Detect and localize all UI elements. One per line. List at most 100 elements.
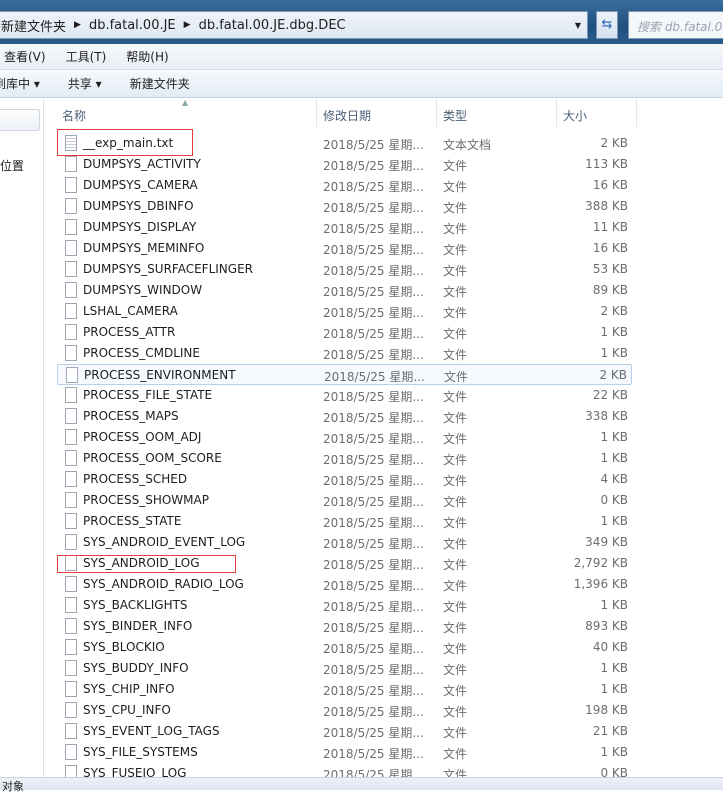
- menu-tools[interactable]: 工具(T): [66, 48, 107, 65]
- file-size: 1 KB: [600, 346, 628, 360]
- search-input[interactable]: 搜索 db.fatal.00.JE.dbg.DEC: [628, 11, 723, 39]
- file-row[interactable]: PROCESS_ENVIRONMENT 2018/5/25 星期... 文件 2…: [57, 364, 632, 385]
- file-row[interactable]: PROCESS_OOM_ADJ 2018/5/25 星期... 文件 1 KB: [57, 427, 632, 448]
- file-date: 2018/5/25 星期...: [323, 537, 424, 551]
- breadcrumb-arrow-icon[interactable]: ▶: [184, 20, 191, 30]
- file-name: SYS_ANDROID_RADIO_LOG: [83, 577, 244, 591]
- file-name: DUMPSYS_DISPLAY: [83, 220, 197, 234]
- file-row[interactable]: SYS_BACKLIGHTS 2018/5/25 星期... 文件 1 KB: [57, 595, 632, 616]
- file-row[interactable]: SYS_CHIP_INFO 2018/5/25 星期... 文件 1 KB: [57, 679, 632, 700]
- breadcrumb-arrow-icon[interactable]: ▶: [74, 20, 81, 30]
- file-type: 文件: [443, 201, 468, 215]
- column-date[interactable]: 修改日期: [323, 107, 371, 124]
- file-date: 2018/5/25 星期...: [323, 411, 424, 425]
- file-row[interactable]: DUMPSYS_ACTIVITY 2018/5/25 星期... 文件 113 …: [57, 154, 632, 175]
- file-size: 1 KB: [600, 745, 628, 759]
- file-size: 1 KB: [600, 451, 628, 465]
- file-row[interactable]: DUMPSYS_CAMERA 2018/5/25 星期... 文件 16 KB: [57, 175, 632, 196]
- file-row[interactable]: SYS_FILE_SYSTEMS 2018/5/25 星期... 文件 1 KB: [57, 742, 632, 763]
- file-date: 2018/5/25 星期...: [323, 390, 424, 404]
- share-button[interactable]: 共享 ▾: [68, 75, 102, 92]
- file-row[interactable]: DUMPSYS_DISPLAY 2018/5/25 星期... 文件 11 KB: [57, 217, 632, 238]
- file-row[interactable]: SYS_ANDROID_EVENT_LOG 2018/5/25 星期... 文件…: [57, 532, 632, 553]
- file-date: 2018/5/25 星期...: [323, 327, 424, 341]
- file-size: 2 KB: [600, 136, 628, 150]
- file-icon: [65, 576, 77, 592]
- file-date: 2018/5/25 星期...: [323, 201, 424, 215]
- new-folder-button[interactable]: 新建文件夹: [130, 75, 190, 92]
- file-row[interactable]: SYS_ANDROID_RADIO_LOG 2018/5/25 星期... 文件…: [57, 574, 632, 595]
- column-divider[interactable]: [636, 99, 637, 127]
- file-row[interactable]: PROCESS_OOM_SCORE 2018/5/25 星期... 文件 1 K…: [57, 448, 632, 469]
- file-name: SYS_ANDROID_EVENT_LOG: [83, 535, 246, 549]
- breadcrumb-0[interactable]: 新建文件夹: [1, 16, 66, 35]
- file-row[interactable]: DUMPSYS_SURFACEFLINGER 2018/5/25 星期... 文…: [57, 259, 632, 280]
- column-divider[interactable]: [316, 99, 317, 127]
- file-date: 2018/5/25 星期...: [323, 432, 424, 446]
- file-row[interactable]: SYS_BUDDY_INFO 2018/5/25 星期... 文件 1 KB: [57, 658, 632, 679]
- file-type: 文件: [443, 390, 468, 404]
- file-size: 22 KB: [592, 388, 628, 402]
- file-date: 2018/5/25 星期...: [323, 495, 424, 509]
- breadcrumb-1[interactable]: db.fatal.00.JE: [89, 18, 176, 33]
- address-dropdown-icon[interactable]: ▼: [575, 21, 581, 30]
- file-date: 2018/5/25 星期...: [323, 747, 424, 761]
- nav-item-location[interactable]: 位置: [0, 157, 24, 174]
- file-row[interactable]: DUMPSYS_DBINFO 2018/5/25 星期... 文件 388 KB: [57, 196, 632, 217]
- column-divider[interactable]: [436, 99, 437, 127]
- file-row[interactable]: PROCESS_MAPS 2018/5/25 星期... 文件 338 KB: [57, 406, 632, 427]
- file-row[interactable]: SYS_CPU_INFO 2018/5/25 星期... 文件 198 KB: [57, 700, 632, 721]
- highlight-box: [57, 555, 236, 573]
- file-size: 1 KB: [600, 430, 628, 444]
- file-size: 1 KB: [600, 661, 628, 675]
- file-size: 1 KB: [600, 598, 628, 612]
- menu-view[interactable]: 查看(V): [4, 48, 46, 65]
- column-name[interactable]: 名称: [62, 107, 86, 124]
- file-date: 2018/5/25 星期...: [323, 285, 424, 299]
- file-row[interactable]: PROCESS_CMDLINE 2018/5/25 星期... 文件 1 KB: [57, 343, 632, 364]
- file-row[interactable]: SYS_BINDER_INFO 2018/5/25 星期... 文件 893 K…: [57, 616, 632, 637]
- file-date: 2018/5/25 星期...: [323, 579, 424, 593]
- file-icon: [65, 261, 77, 277]
- file-row[interactable]: SYS_BLOCKIO 2018/5/25 星期... 文件 40 KB: [57, 637, 632, 658]
- file-row[interactable]: PROCESS_FILE_STATE 2018/5/25 星期... 文件 22…: [57, 385, 632, 406]
- file-name: SYS_BUDDY_INFO: [83, 661, 189, 675]
- file-date: 2018/5/25 星期...: [323, 180, 424, 194]
- file-row[interactable]: PROCESS_STATE 2018/5/25 星期... 文件 1 KB: [57, 511, 632, 532]
- file-size: 0 KB: [600, 493, 628, 507]
- column-divider[interactable]: [556, 99, 557, 127]
- file-type: 文件: [443, 180, 468, 194]
- file-type: 文件: [443, 516, 468, 530]
- file-date: 2018/5/25 星期...: [323, 222, 424, 236]
- file-row[interactable]: PROCESS_SCHED 2018/5/25 星期... 文件 4 KB: [57, 469, 632, 490]
- include-in-library-button[interactable]: 到库中 ▾: [0, 75, 40, 92]
- file-row[interactable]: DUMPSYS_MEMINFO 2018/5/25 星期... 文件 16 KB: [57, 238, 632, 259]
- menu-help[interactable]: 帮助(H): [126, 48, 168, 65]
- file-icon: [65, 534, 77, 550]
- file-type: 文件: [443, 285, 468, 299]
- file-row[interactable]: PROCESS_ATTR 2018/5/25 星期... 文件 1 KB: [57, 322, 632, 343]
- file-row[interactable]: PROCESS_SHOWMAP 2018/5/25 星期... 文件 0 KB: [57, 490, 632, 511]
- file-icon: [65, 723, 77, 739]
- file-name: PROCESS_SHOWMAP: [83, 493, 209, 507]
- highlight-box: [57, 129, 193, 156]
- file-row[interactable]: DUMPSYS_WINDOW 2018/5/25 星期... 文件 89 KB: [57, 280, 632, 301]
- column-size[interactable]: 大小: [563, 107, 587, 124]
- column-type[interactable]: 类型: [443, 107, 467, 124]
- address-bar[interactable]: 新建文件夹 ▶ db.fatal.00.JE ▶ db.fatal.00.JE.…: [0, 11, 588, 39]
- file-icon: [65, 702, 77, 718]
- file-icon: [65, 387, 77, 403]
- refresh-button[interactable]: ⇆: [596, 11, 618, 39]
- breadcrumb-2[interactable]: db.fatal.00.JE.dbg.DEC: [199, 18, 346, 33]
- file-size: 893 KB: [585, 619, 628, 633]
- file-row[interactable]: SYS_EVENT_LOG_TAGS 2018/5/25 星期... 文件 21…: [57, 721, 632, 742]
- file-type: 文件: [443, 222, 468, 236]
- file-icon: [65, 303, 77, 319]
- file-type: 文件: [443, 159, 468, 173]
- file-type: 文件: [443, 537, 468, 551]
- file-row[interactable]: LSHAL_CAMERA 2018/5/25 星期... 文件 2 KB: [57, 301, 632, 322]
- file-type: 文件: [443, 411, 468, 425]
- file-icon: [65, 681, 77, 697]
- nav-selected-item[interactable]: [0, 109, 40, 131]
- file-size: 53 KB: [592, 262, 628, 276]
